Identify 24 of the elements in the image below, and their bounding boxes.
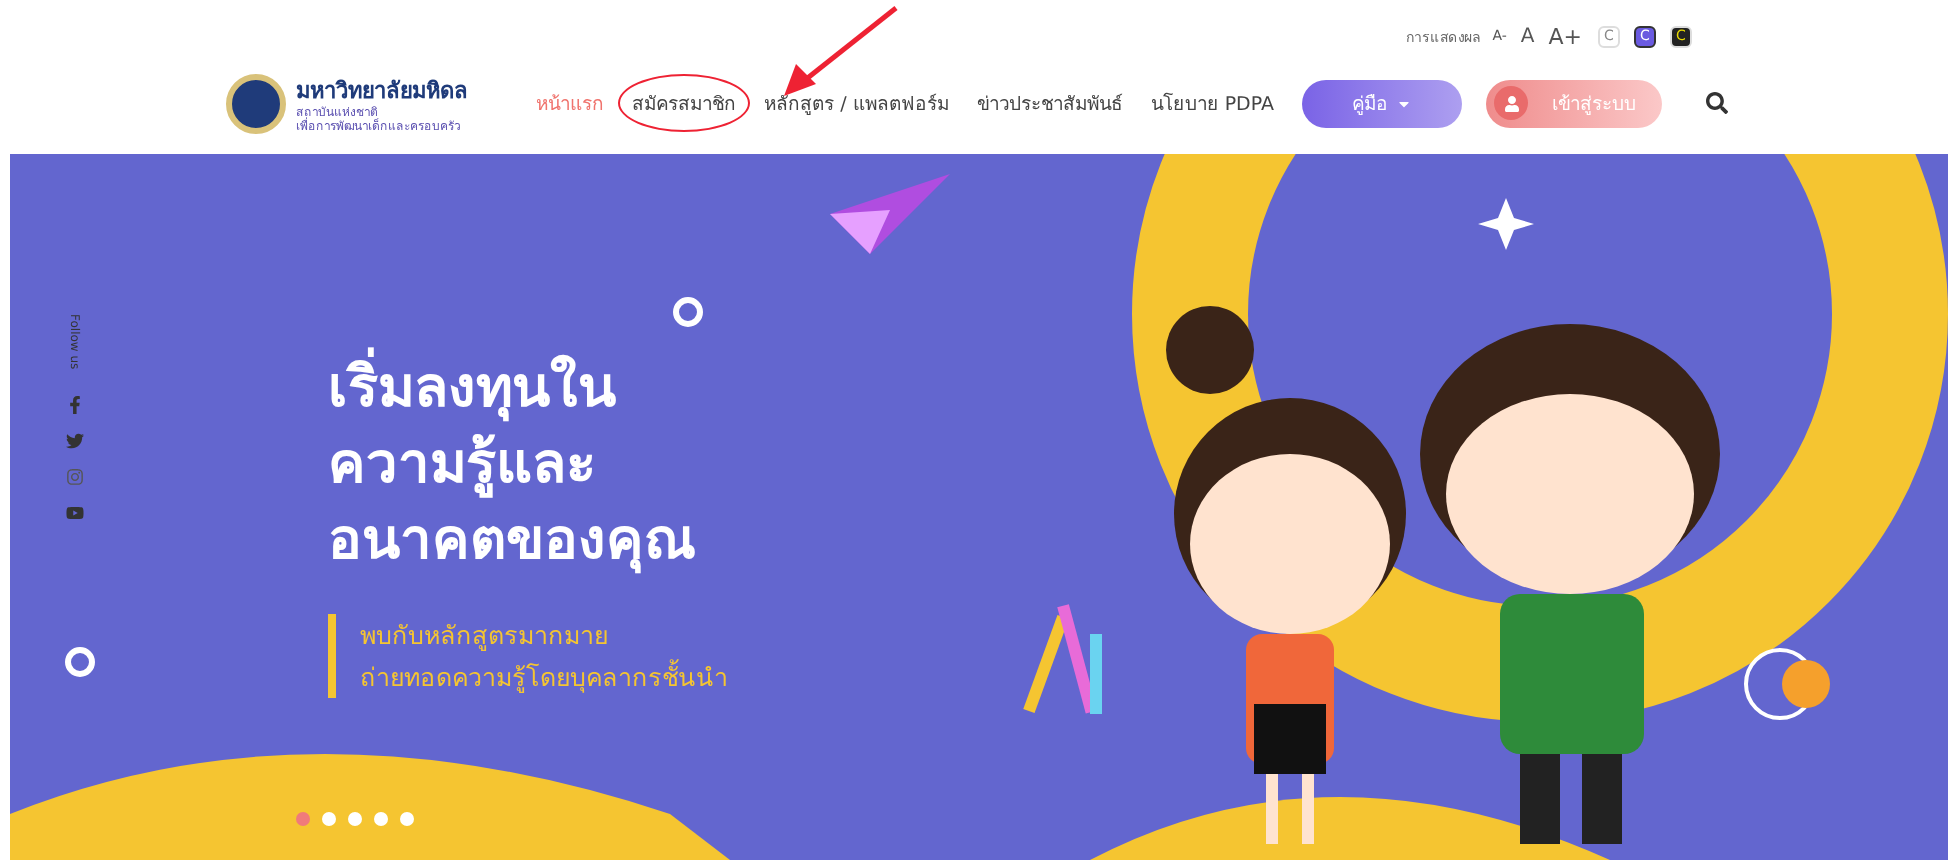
search-icon[interactable] (1706, 92, 1728, 114)
nav-link[interactable]: นโยบาย PDPA (1150, 88, 1274, 118)
nav-link[interactable]: สมัครสมาชิก (632, 88, 737, 118)
nav-link[interactable]: ข่าวประชาสัมพันธ์ (976, 88, 1123, 118)
instagram-icon[interactable] (65, 467, 83, 486)
ring-icon (673, 297, 703, 327)
font-size-button[interactable]: A (1518, 25, 1537, 47)
star-icon (1478, 198, 1534, 250)
hero-headline: เริ่มลงทุนใน (328, 350, 728, 426)
user-icon (1494, 86, 1528, 120)
facebook-icon[interactable] (65, 395, 83, 414)
pencils-drawing (1023, 604, 1102, 714)
hero-subtitle: พบกับหลักสูตรมากมาย (360, 618, 610, 655)
university-seal-icon (226, 73, 286, 133)
paper-plane-drawing (830, 174, 950, 254)
hero-subtitle: ถ่ายทอดความรู้โดยบุคลากรชั้นนำ (360, 657, 728, 697)
university-name: มหาวิทยาลัยมหิดล (296, 75, 468, 106)
font-size-button[interactable]: A+ (1546, 23, 1584, 49)
ring-icon (65, 647, 95, 677)
youtube-icon[interactable] (65, 503, 83, 522)
nav-link[interactable]: หลักสูตร / แพลตฟอร์ม (764, 88, 949, 118)
twitter-icon[interactable] (65, 431, 83, 450)
hero-headline: อนาคตของคุณ (328, 504, 698, 578)
hero-headline: ความรู้และ (328, 428, 598, 502)
